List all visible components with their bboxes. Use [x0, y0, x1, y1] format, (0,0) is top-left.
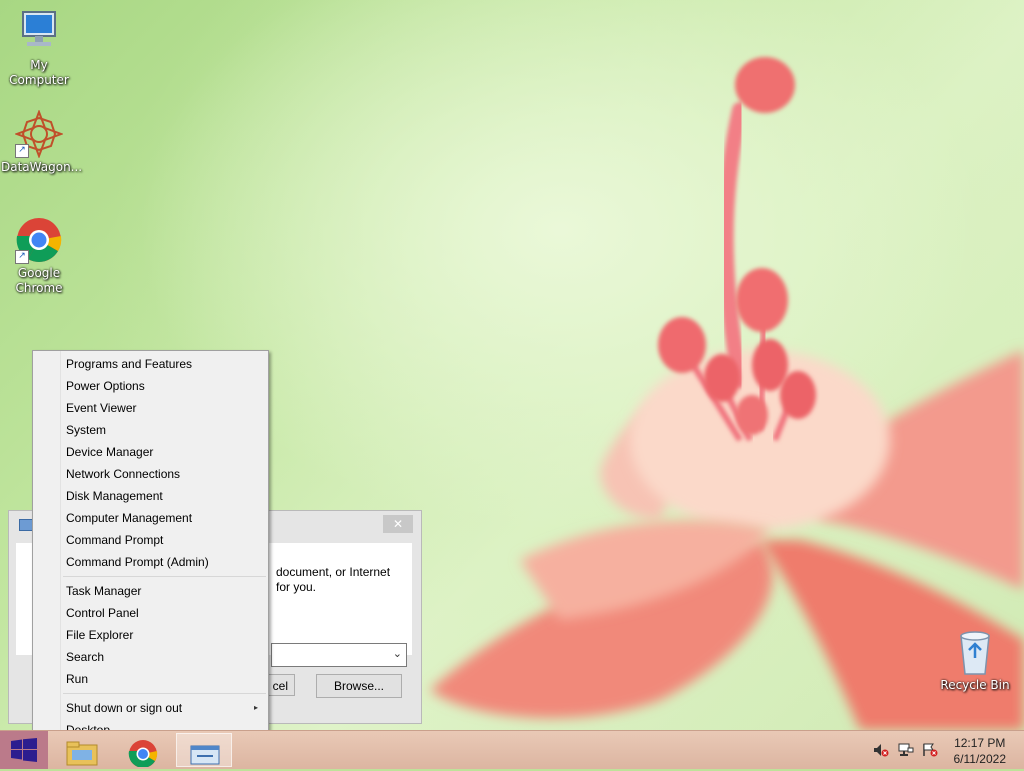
- menu-item-power-options[interactable]: Power Options: [35, 375, 266, 397]
- desktop-icon-my-computer[interactable]: My Computer: [1, 8, 77, 88]
- winx-context-menu[interactable]: Programs and Features Power Options Even…: [32, 350, 269, 744]
- shortcut-arrow-icon: ↗: [15, 144, 29, 158]
- taskbar-file-explorer[interactable]: [54, 733, 110, 767]
- menu-item-shut-down-or-sign-out[interactable]: Shut down or sign out ▸: [35, 697, 266, 719]
- desktop-icon-label: DataWagon...: [1, 160, 83, 174]
- close-button[interactable]: ✕: [383, 515, 413, 533]
- menu-separator: [63, 576, 266, 577]
- submenu-arrow-icon: ▸: [253, 703, 258, 712]
- menu-item-search[interactable]: Search: [35, 646, 266, 668]
- desktop-icon-label: My Computer: [9, 58, 69, 87]
- windows-logo-icon: [11, 738, 37, 762]
- speaker-muted-icon[interactable]: [873, 743, 889, 757]
- taskbar: 12:17 PM 6/11/2022: [0, 730, 1024, 769]
- open-input[interactable]: ⌄: [271, 643, 407, 667]
- menu-item-network-connections[interactable]: Network Connections: [35, 463, 266, 485]
- computer-icon: [15, 8, 63, 56]
- menu-item-device-manager[interactable]: Device Manager: [35, 441, 266, 463]
- menu-item-command-prompt-admin[interactable]: Command Prompt (Admin): [35, 551, 266, 573]
- menu-item-event-viewer[interactable]: Event Viewer: [35, 397, 266, 419]
- menu-item-task-manager[interactable]: Task Manager: [35, 580, 266, 602]
- recycle-bin-icon: [955, 630, 995, 676]
- clock-date: 6/11/2022: [953, 752, 1007, 766]
- datawagon-icon: ↗: [14, 109, 64, 159]
- menu-item-computer-management[interactable]: Computer Management: [35, 507, 266, 529]
- desktop-icon-label: Recycle Bin: [940, 678, 1010, 692]
- action-center-flag-icon[interactable]: [922, 743, 938, 757]
- menu-item-programs-and-features[interactable]: Programs and Features: [35, 353, 266, 375]
- chrome-icon: ↗: [15, 216, 63, 264]
- taskbar-run[interactable]: [176, 733, 232, 767]
- run-description: document, or Internet for you.: [276, 565, 416, 595]
- clock-time: 12:17 PM: [954, 736, 1006, 750]
- menu-item-run[interactable]: Run: [35, 668, 266, 690]
- chrome-icon: [128, 740, 158, 768]
- desktop-icon-datawagon[interactable]: ↗ DataWagon...: [1, 109, 83, 175]
- menu-item-command-prompt[interactable]: Command Prompt: [35, 529, 266, 551]
- menu-item-control-panel[interactable]: Control Panel: [35, 602, 266, 624]
- desktop-icon-google-chrome[interactable]: ↗ Google Chrome: [1, 216, 77, 296]
- network-icon[interactable]: [898, 743, 914, 757]
- desktop-icon-recycle-bin[interactable]: Recycle Bin: [937, 630, 1013, 693]
- menu-item-label: Shut down or sign out: [66, 701, 183, 715]
- taskbar-clock[interactable]: 12:17 PM 6/11/2022: [954, 735, 1007, 767]
- menu-item-file-explorer[interactable]: File Explorer: [35, 624, 266, 646]
- start-button[interactable]: [0, 731, 48, 769]
- taskbar-google-chrome[interactable]: [115, 733, 171, 768]
- run-description-line: document, or Internet: [276, 565, 391, 579]
- run-icon: [190, 745, 220, 765]
- chevron-down-icon[interactable]: ⌄: [393, 647, 402, 660]
- shortcut-arrow-icon: ↗: [15, 250, 29, 264]
- desktop-icon-label: Google Chrome: [15, 266, 63, 295]
- folder-icon: [66, 741, 98, 766]
- menu-item-system[interactable]: System: [35, 419, 266, 441]
- menu-item-disk-management[interactable]: Disk Management: [35, 485, 266, 507]
- browse-button[interactable]: Browse...: [316, 674, 402, 698]
- menu-separator: [63, 693, 266, 694]
- run-description-line: for you.: [276, 580, 317, 594]
